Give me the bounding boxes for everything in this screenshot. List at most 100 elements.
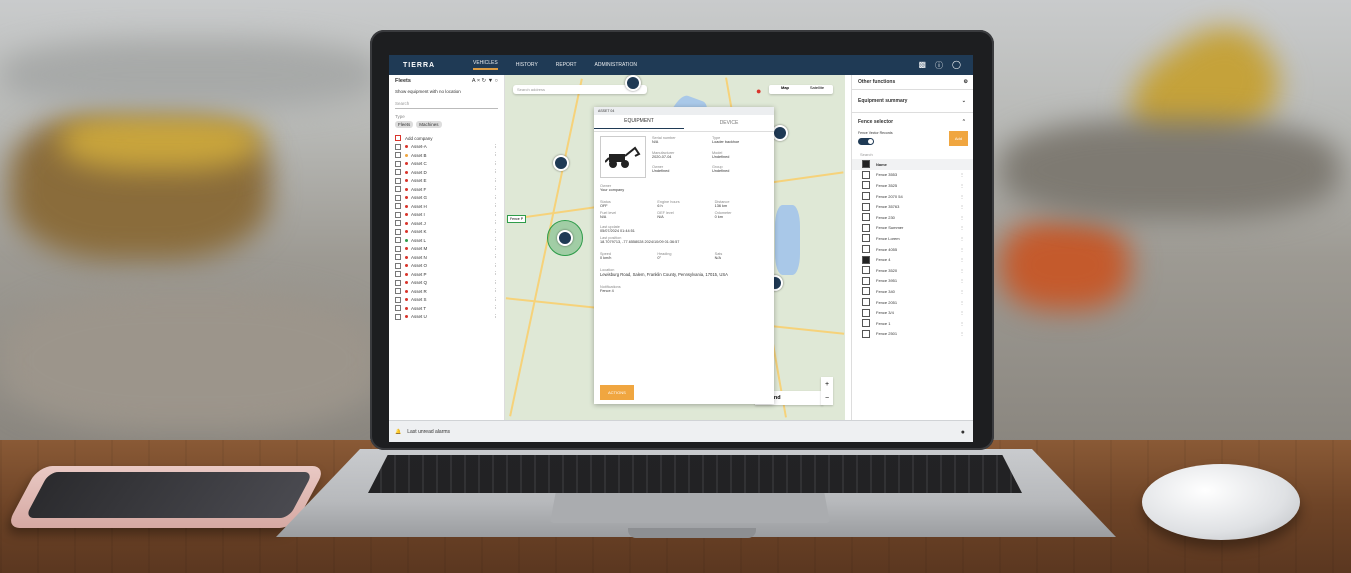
- asset-checkbox[interactable]: [395, 160, 401, 167]
- map-tab[interactable]: Map: [769, 85, 801, 94]
- asset-row[interactable]: Asset F ⋮: [389, 185, 504, 194]
- asset-checkbox[interactable]: [395, 194, 401, 201]
- fence-checkbox[interactable]: [862, 245, 870, 254]
- fence-row[interactable]: Fence 4 ⋮: [852, 254, 973, 265]
- more-icon[interactable]: ⋮: [494, 254, 499, 260]
- more-icon[interactable]: ⋮: [494, 220, 499, 226]
- more-icon[interactable]: ⋮: [494, 305, 499, 311]
- asset-checkbox[interactable]: [395, 279, 401, 286]
- equipment-summary-row[interactable]: Equipment summary ⌄: [852, 90, 973, 113]
- more-icon[interactable]: ⋮: [960, 183, 964, 188]
- fence-row[interactable]: Fence 4055 ⋮: [852, 244, 973, 255]
- more-icon[interactable]: ⋮: [960, 331, 964, 336]
- zoom-in-button[interactable]: +: [825, 381, 829, 388]
- asset-marker[interactable]: [553, 155, 569, 171]
- asset-checkbox[interactable]: [395, 186, 401, 193]
- chip-machines[interactable]: Machines: [416, 121, 442, 128]
- asset-row[interactable]: Asset K ⋮: [389, 228, 504, 237]
- asset-row[interactable]: Asset D ⋮: [389, 168, 504, 177]
- chat-icon[interactable]: ▩: [918, 60, 926, 71]
- more-icon[interactable]: ⋮: [960, 225, 964, 230]
- nav-vehicles[interactable]: VEHICLES: [473, 60, 498, 70]
- asset-checkbox[interactable]: [395, 228, 401, 235]
- add-fence-button[interactable]: Add: [948, 131, 968, 146]
- more-icon[interactable]: ⋮: [494, 169, 499, 175]
- help-icon[interactable]: ⓘ: [935, 60, 943, 71]
- fleet-search-input[interactable]: Search: [395, 101, 498, 109]
- asset-marker[interactable]: [772, 125, 788, 141]
- more-icon[interactable]: ⋮: [494, 271, 499, 277]
- asset-checkbox[interactable]: [395, 271, 401, 278]
- more-icon[interactable]: ⋮: [960, 310, 964, 315]
- nav-administration[interactable]: ADMINISTRATION: [595, 62, 637, 68]
- fence-checkbox[interactable]: [862, 287, 870, 296]
- more-icon[interactable]: ⋮: [960, 204, 964, 209]
- fence-row[interactable]: Fence 340 ⋮: [852, 286, 973, 297]
- more-icon[interactable]: ⋮: [494, 144, 499, 150]
- group-checkbox[interactable]: [395, 135, 401, 142]
- actions-button[interactable]: ACTIONS: [600, 385, 634, 400]
- more-icon[interactable]: ⋮: [960, 215, 964, 220]
- asset-checkbox[interactable]: [395, 305, 401, 312]
- more-icon[interactable]: ⋮: [960, 289, 964, 294]
- asset-row[interactable]: Asset P ⋮: [389, 270, 504, 279]
- brand-logo[interactable]: TIERRA: [403, 62, 473, 69]
- asset-row[interactable]: Asset C ⋮: [389, 160, 504, 169]
- more-icon[interactable]: ⋮: [494, 186, 499, 192]
- asset-row[interactable]: Asset B ⋮: [389, 151, 504, 160]
- location-pin-icon[interactable]: ●: [756, 86, 761, 96]
- fence-checkbox[interactable]: [862, 181, 870, 190]
- asset-checkbox[interactable]: [395, 152, 401, 159]
- asset-marker[interactable]: [625, 75, 641, 91]
- more-icon[interactable]: ⋮: [494, 280, 499, 286]
- more-icon[interactable]: ⋮: [494, 178, 499, 184]
- more-icon[interactable]: ⋮: [960, 194, 964, 199]
- asset-checkbox[interactable]: [395, 237, 401, 244]
- more-icon[interactable]: ⋮: [494, 212, 499, 218]
- asset-row[interactable]: Asset R ⋮: [389, 287, 504, 296]
- fence-row[interactable]: Fence 3525 ⋮: [852, 180, 973, 191]
- more-icon[interactable]: ⋮: [494, 297, 499, 303]
- more-icon[interactable]: ⋮: [960, 278, 964, 283]
- asset-checkbox[interactable]: [395, 296, 401, 303]
- asset-row[interactable]: Asset I ⋮: [389, 211, 504, 220]
- more-icon[interactable]: ⋮: [494, 229, 499, 235]
- asset-row[interactable]: Asset J ⋮: [389, 219, 504, 228]
- fence-checkbox[interactable]: [862, 213, 870, 222]
- settings-icon[interactable]: ⚙: [964, 79, 968, 85]
- asset-row[interactable]: Asset O ⋮: [389, 262, 504, 271]
- group-row[interactable]: Add company: [389, 134, 504, 143]
- asset-checkbox[interactable]: [395, 177, 401, 184]
- fence-row[interactable]: Fence 3553 ⋮: [852, 170, 973, 181]
- fence-toggle[interactable]: [858, 138, 874, 145]
- more-icon[interactable]: ⋮: [494, 288, 499, 294]
- asset-checkbox[interactable]: [395, 254, 401, 261]
- more-icon[interactable]: ⋮: [960, 268, 964, 273]
- more-icon[interactable]: ⋮: [960, 300, 964, 305]
- asset-checkbox[interactable]: [395, 169, 401, 176]
- asset-row[interactable]: Asset E ⋮: [389, 177, 504, 186]
- asset-checkbox[interactable]: [395, 143, 401, 150]
- asset-row[interactable]: Asset T ⋮: [389, 304, 504, 313]
- fence-row[interactable]: Fence 3520 ⋮: [852, 265, 973, 276]
- bell-icon[interactable]: 🔔: [395, 429, 401, 435]
- asset-row[interactable]: Asset H ⋮: [389, 202, 504, 211]
- fence-search-input[interactable]: Search: [860, 152, 966, 157]
- asset-checkbox[interactable]: [395, 220, 401, 227]
- fence-checkbox[interactable]: [862, 223, 870, 232]
- more-icon[interactable]: ⋮: [494, 161, 499, 167]
- user-icon[interactable]: ◯: [952, 60, 961, 71]
- fence-checkbox[interactable]: [862, 298, 870, 307]
- more-icon[interactable]: ⋮: [494, 246, 499, 252]
- fence-checkbox[interactable]: [862, 319, 870, 328]
- more-icon[interactable]: ⋮: [494, 203, 499, 209]
- select-all-checkbox[interactable]: [862, 160, 870, 169]
- more-icon[interactable]: ⋮: [494, 314, 499, 320]
- asset-row[interactable]: Asset N ⋮: [389, 253, 504, 262]
- zoom-out-button[interactable]: −: [825, 395, 829, 402]
- fence-checkbox[interactable]: [862, 329, 870, 338]
- more-icon[interactable]: ⋮: [960, 247, 964, 252]
- more-icon[interactable]: ⋮: [494, 195, 499, 201]
- asset-checkbox[interactable]: [395, 211, 401, 218]
- satellite-tab[interactable]: Satellite: [801, 85, 833, 94]
